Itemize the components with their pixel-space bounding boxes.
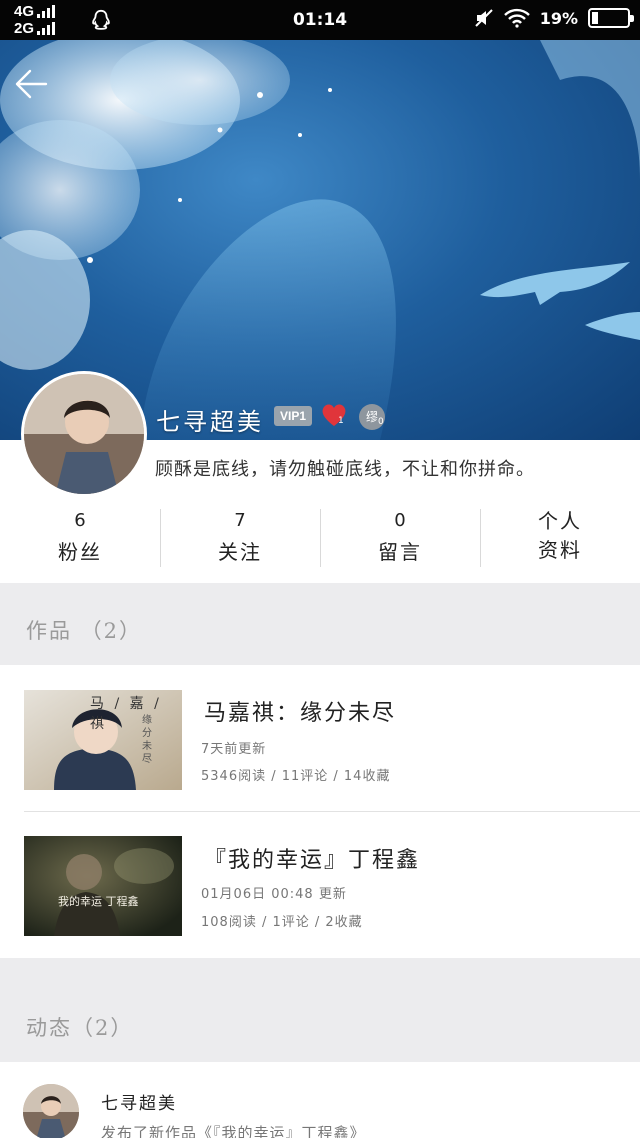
feed-title: 动态（2） (26, 1016, 134, 1040)
feed-item[interactable]: 七寻超美 发布了新作品《『我的幸运』丁程鑫》 (0, 1062, 640, 1138)
works-title: 作品 （2） (26, 619, 143, 643)
messages-label: 留言 (378, 540, 422, 564)
stat-fans[interactable]: 6 粉丝 (0, 507, 160, 571)
heart-count: 1 (338, 416, 344, 426)
work-item[interactable]: 我的幸运 丁程鑫 『我的幸运』丁程鑫 01月06日 00:48 更新 108阅读… (0, 812, 640, 958)
feed-avatar[interactable] (23, 1084, 79, 1138)
fans-count: 6 (74, 510, 86, 531)
work-cover-image (24, 836, 182, 936)
work-cover-text-top: 马 / 嘉 / 祺 (90, 696, 162, 732)
work-item[interactable]: 马 / 嘉 / 祺 缘分未尽 马嘉祺：缘分未尽 7天前更新 5346阅读 / 1… (0, 665, 640, 812)
medal-count: 0 (378, 417, 384, 427)
work-cover: 我的幸运 丁程鑫 (24, 836, 182, 936)
avatar[interactable] (21, 371, 147, 497)
user-name: 七寻超美 (156, 408, 264, 436)
back-arrow-icon[interactable] (14, 66, 50, 102)
status-right: 19% (474, 8, 634, 28)
heart-icon (322, 404, 346, 426)
avatar-image (24, 374, 144, 494)
mute-icon (474, 9, 493, 27)
status-bar: 4G 2G 01:14 19% (0, 0, 640, 40)
battery-icon (588, 8, 634, 28)
messages-count: 0 (394, 510, 406, 531)
battery-percent: 19% (539, 8, 578, 28)
vip-badge: VIP1 (274, 406, 312, 426)
work-stats: 5346阅读 / 11评论 / 14收藏 (201, 769, 391, 784)
wifi-icon (503, 8, 530, 28)
fans-label: 粉丝 (58, 540, 102, 564)
work-stats: 108阅读 / 1评论 / 2收藏 (201, 915, 363, 930)
work-updated: 01月06日 00:48 更新 (201, 887, 347, 902)
battery-level (592, 12, 598, 24)
work-cover-text-side: 缘分未尽 (142, 715, 152, 765)
work-cover: 马 / 嘉 / 祺 缘分未尽 (24, 690, 182, 790)
stat-following[interactable]: 7 关注 (160, 507, 320, 571)
work-cover-text: 我的幸运 丁程鑫 (58, 895, 139, 908)
stats-bar: 6 粉丝 7 关注 0 留言 个人 资料 (0, 507, 640, 571)
stat-messages[interactable]: 0 留言 (320, 507, 480, 571)
profile-details-label-line1: 个人 (538, 509, 582, 533)
feed-text: 发布了新作品《『我的幸运』丁程鑫》 (101, 1124, 366, 1138)
feed-section-header: 动态（2） (0, 958, 640, 1062)
profile-details-label-line2: 资料 (538, 538, 582, 562)
feed-avatar-image (23, 1084, 79, 1138)
works-section-header: 作品 （2） (0, 583, 640, 665)
feed-user-name: 七寻超美 (101, 1094, 177, 1114)
signature: 顾酥是底线，请勿触碰底线，不让和你拼命。 (155, 459, 535, 480)
following-label: 关注 (218, 540, 262, 564)
work-title: 马嘉祺：缘分未尽 (204, 701, 397, 726)
stat-profile-details[interactable]: 个人 资料 (480, 507, 640, 571)
work-updated: 7天前更新 (201, 742, 267, 757)
following-count: 7 (234, 510, 246, 531)
work-title: 『我的幸运』丁程鑫 (204, 848, 421, 873)
